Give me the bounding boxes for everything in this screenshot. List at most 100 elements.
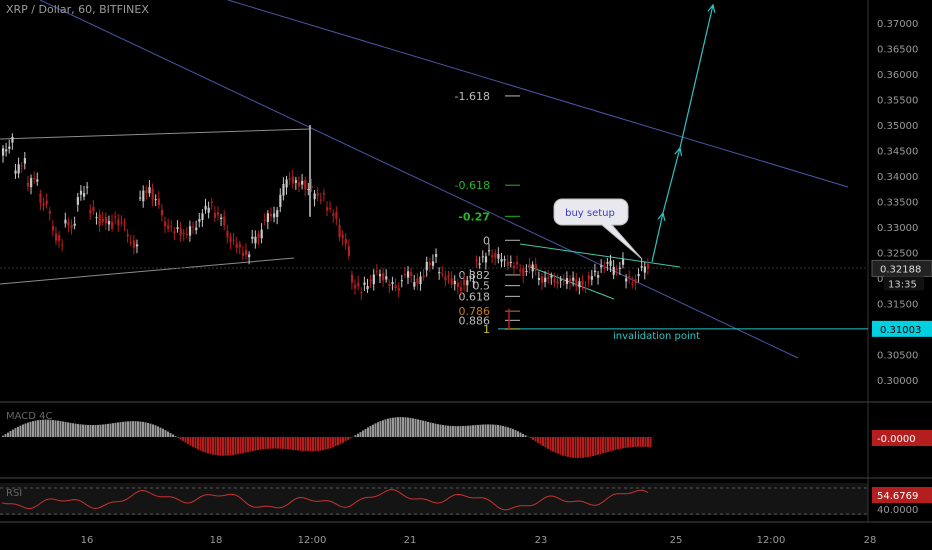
candle-body: [42, 203, 45, 206]
candle-body: [646, 263, 650, 269]
candle-body: [263, 219, 266, 221]
candle-body: [459, 287, 463, 292]
macd-bar: [432, 423, 434, 437]
candle-body: [210, 201, 213, 203]
candle-body: [475, 259, 478, 262]
macd-bar: [644, 437, 647, 447]
candle-body: [556, 281, 559, 284]
macd-bar: [239, 437, 242, 454]
candle-body: [142, 190, 145, 202]
macd-bar: [389, 418, 392, 437]
macd-bar: [204, 437, 207, 453]
macd-bar: [497, 425, 499, 437]
macd-bar: [272, 437, 274, 449]
candle-body: [229, 236, 232, 242]
macd-bar: [479, 424, 482, 437]
macd-bar: [514, 430, 517, 437]
macd-bar: [129, 421, 132, 437]
macd-bar: [252, 437, 254, 451]
candle-body: [509, 261, 513, 263]
macd-bar: [342, 437, 344, 443]
candle-body: [316, 193, 319, 196]
candle-body: [260, 229, 263, 239]
candle-body: [447, 275, 450, 277]
macd-bar: [52, 420, 54, 437]
candle-body: [223, 216, 226, 226]
invalidation-price-box: 0.31003: [872, 320, 932, 337]
candle-body: [544, 277, 547, 283]
macd-bar: [542, 437, 544, 446]
candle-body: [347, 246, 351, 256]
macd-bar: [637, 437, 639, 447]
candle-body: [407, 271, 410, 278]
macd-bar: [144, 422, 147, 437]
macd-bar: [409, 417, 412, 437]
candle-body: [111, 221, 114, 229]
candle-body: [226, 230, 229, 238]
macd-bar: [617, 437, 619, 450]
candle-body: [170, 225, 173, 227]
macd-bar: [364, 428, 367, 437]
macd-bar: [492, 424, 494, 437]
macd-bar: [507, 427, 509, 437]
macd-bar: [264, 437, 267, 450]
candle-body: [416, 278, 419, 284]
candle-body: [64, 219, 67, 224]
macd-bar: [604, 437, 607, 453]
macd-bar: [234, 437, 237, 455]
y-tick-label: 0.34500: [877, 147, 918, 158]
macd-bar: [202, 437, 204, 452]
macd-bar: [259, 437, 262, 450]
macd-bar: [422, 420, 424, 437]
candle-body: [466, 280, 469, 286]
macd-bar: [127, 421, 129, 437]
candle-body: [419, 276, 422, 285]
macd-bar: [27, 422, 29, 437]
macd-bar: [242, 437, 244, 454]
x-tick-label: 12:00: [757, 535, 786, 546]
candle-body: [628, 276, 631, 278]
macd-bar: [159, 427, 162, 437]
candle-body: [319, 199, 322, 201]
chart-canvas[interactable]: 0.37000 0.36500 0.36000 0.35500 0.35000 0.345…: [0, 0, 932, 550]
macd-bar: [72, 423, 74, 437]
last-price-label: 0.32188: [880, 264, 921, 275]
macd-bar: [639, 437, 642, 447]
macd-bar: [504, 426, 507, 437]
macd-bar: [312, 437, 314, 452]
candle-body: [95, 217, 98, 219]
macd-bar: [169, 433, 172, 437]
candle-body: [637, 274, 640, 277]
macd-bar: [629, 437, 632, 448]
candle-body: [400, 280, 403, 282]
macd-value-label: -0.0000: [877, 434, 916, 445]
macd-bar: [532, 437, 534, 440]
candle-body: [101, 218, 104, 222]
macd-bar: [79, 424, 82, 437]
macd-bar: [482, 424, 484, 437]
macd-bar: [54, 420, 57, 437]
macd-bar: [587, 437, 589, 458]
candle-body: [220, 217, 223, 219]
candle-body: [550, 275, 553, 278]
candle-body: [631, 283, 634, 286]
macd-bar: [607, 437, 609, 452]
fib-level-label: -0.27: [458, 210, 490, 223]
candle-body: [294, 180, 298, 183]
macd-bar: [102, 424, 104, 437]
macd-bar: [317, 437, 319, 451]
candle-body: [329, 207, 332, 209]
fib-level-label: -0.618: [455, 179, 490, 192]
candle-body: [126, 234, 129, 237]
macd-bar: [262, 437, 264, 450]
macd-bar: [97, 424, 99, 437]
macd-bar: [337, 437, 339, 446]
candle-body: [603, 267, 606, 269]
y-tick-label: 0.32500: [877, 249, 918, 260]
macd-bar: [517, 431, 519, 437]
candle-body: [310, 185, 313, 188]
macd-bar: [247, 437, 249, 453]
macd-bar: [399, 417, 402, 437]
candle-body: [431, 261, 435, 266]
macd-bar: [357, 433, 359, 437]
